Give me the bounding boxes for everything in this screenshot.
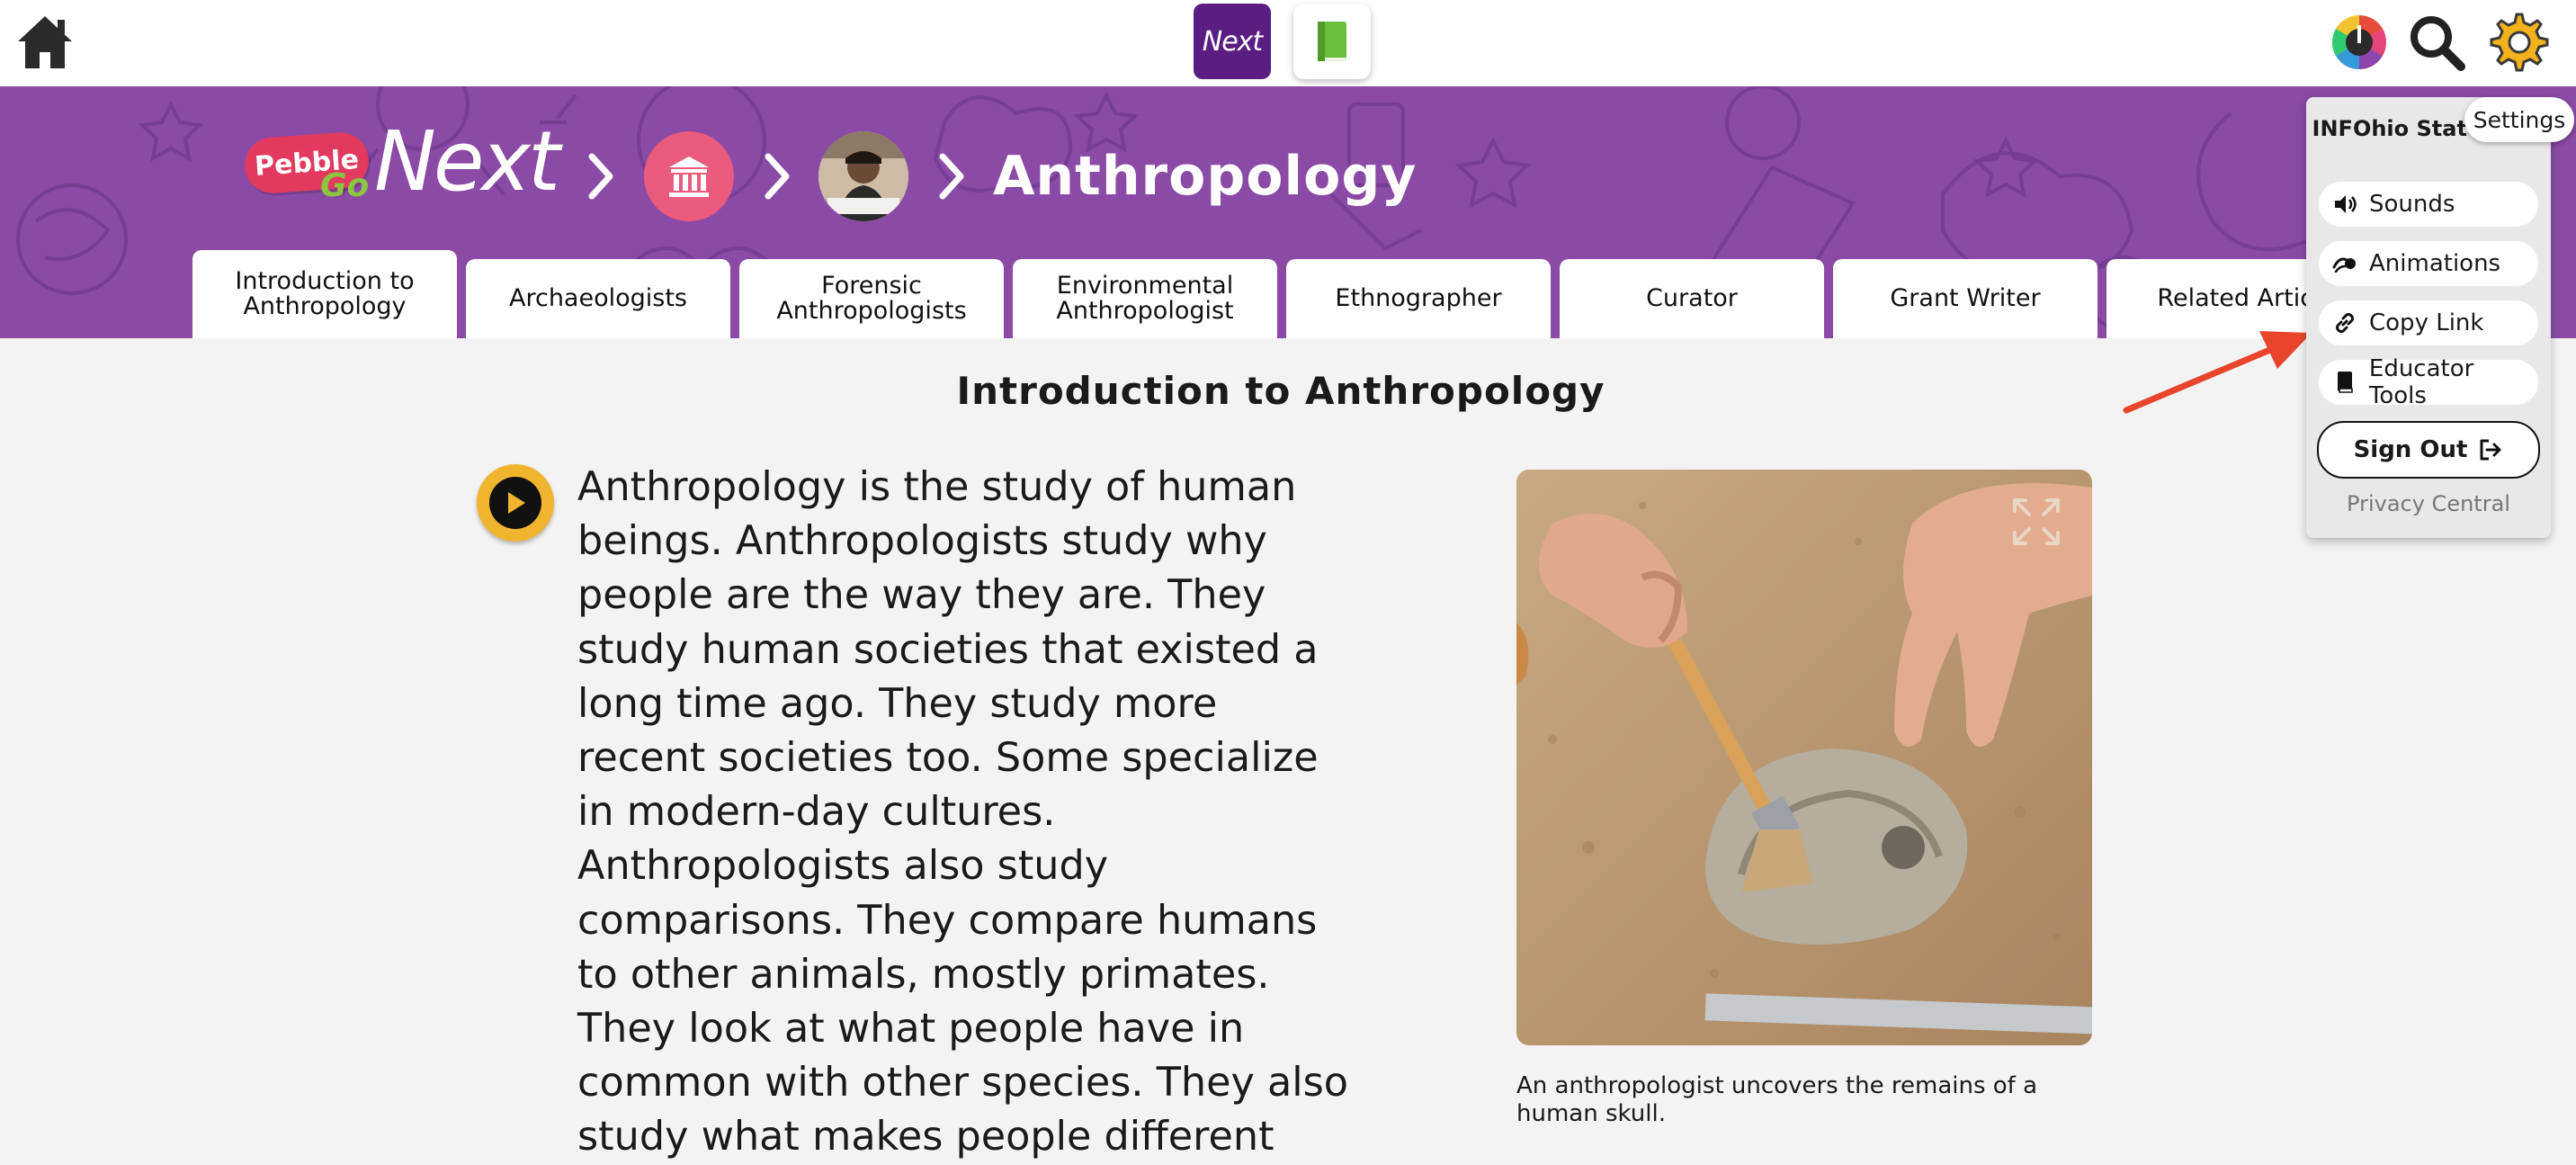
- settings-tooltip: Settings: [2464, 97, 2574, 142]
- educator-tools-label: Educator Tools: [2368, 355, 2474, 409]
- color-wheel-icon[interactable]: [2330, 13, 2389, 72]
- educator-tools-button[interactable]: Educator Tools: [2319, 355, 2538, 409]
- photo-caption: An anthropologist uncovers the remains o…: [1516, 1072, 2038, 1127]
- animations-toggle[interactable]: Animations: [2319, 241, 2538, 286]
- chevron-right-icon: [588, 153, 613, 200]
- tab-curator[interactable]: Curator: [1560, 259, 1824, 338]
- pointer-arrow: [2123, 331, 2312, 414]
- sign-out-icon: [2480, 439, 2501, 461]
- book-button[interactable]: [1293, 4, 1371, 79]
- sounds-toggle[interactable]: Sounds: [2319, 182, 2538, 227]
- sounds-label: Sounds: [2369, 191, 2455, 218]
- search-icon[interactable]: [2407, 13, 2466, 72]
- play-audio-button[interactable]: [477, 464, 554, 542]
- sign-out-label: Sign Out: [2353, 436, 2468, 463]
- next-button[interactable]: Next: [1194, 4, 1271, 79]
- link-icon: [2331, 309, 2358, 336]
- privacy-central-link[interactable]: Privacy Central: [2306, 491, 2551, 516]
- tab-ethnographer[interactable]: Ethnographer: [1286, 259, 1551, 338]
- next-logo: Next: [374, 113, 560, 210]
- book-icon: [1318, 22, 1346, 61]
- tab-grant-writer[interactable]: Grant Writer: [1833, 259, 2097, 338]
- tab-forensic-anthropologists[interactable]: Forensic Anthropologists: [739, 259, 1004, 338]
- chevron-right-icon: [939, 153, 964, 200]
- copy-link-label: Copy Link: [2369, 309, 2484, 336]
- play-icon: [489, 477, 541, 529]
- breadcrumb-title: Anthropology: [993, 145, 1418, 208]
- article-body-text: Anthropology is the study of human being…: [577, 464, 1348, 1161]
- tab-introduction[interactable]: Introduction to Anthropology: [192, 250, 457, 338]
- sign-out-button[interactable]: Sign Out: [2317, 421, 2540, 479]
- copy-link-button[interactable]: Copy Link: [2319, 300, 2538, 345]
- tab-environmental-anthropologist[interactable]: Environmental Anthropologist: [1013, 259, 1277, 338]
- animations-label: Animations: [2369, 250, 2501, 277]
- expand-icon[interactable]: [2008, 493, 2065, 551]
- tab-archaeologists[interactable]: Archaeologists: [466, 259, 730, 338]
- top-bar: Next: [0, 0, 2576, 86]
- animation-icon: [2331, 250, 2358, 277]
- museum-icon[interactable]: [644, 131, 734, 221]
- settings-menu: INFOhio State User Sounds Animations Cop…: [2306, 97, 2551, 538]
- chevron-right-icon: [765, 153, 790, 200]
- book-icon: [2331, 369, 2358, 396]
- gear-icon[interactable]: [2488, 11, 2551, 74]
- speaker-icon: [2331, 191, 2358, 218]
- anthropologist-photo-icon[interactable]: [818, 131, 908, 221]
- home-icon[interactable]: [14, 13, 76, 72]
- article-photo[interactable]: [1516, 470, 2092, 1045]
- go-logo: Go: [320, 167, 370, 204]
